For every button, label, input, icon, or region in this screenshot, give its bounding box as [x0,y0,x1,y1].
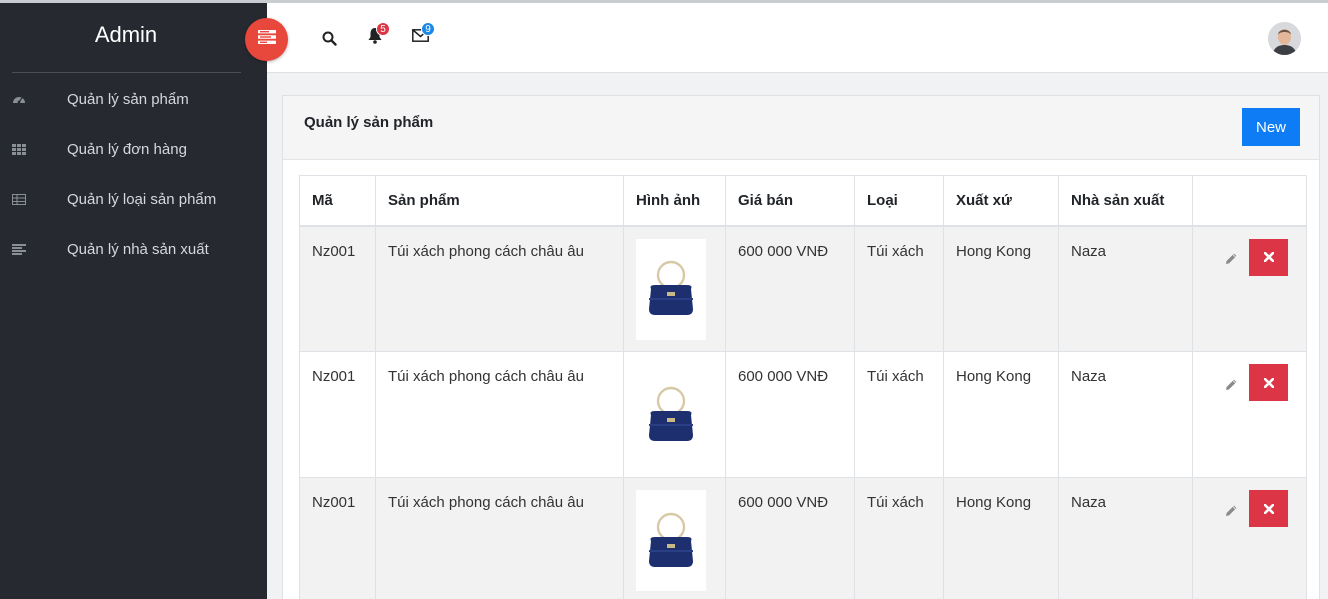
table-header-row: Mã Sản phẩm Hình ảnh Giá bán Loại Xuất x… [299,175,1307,227]
column-header-origin: Xuất xứ [943,175,1059,227]
column-header-manufacturer: Nhà sản xuất [1058,175,1193,227]
handbag-image [649,512,693,567]
edit-pencil-icon[interactable] [1221,249,1241,269]
top-border [0,0,1328,3]
table-row: Nz001 Túi xách phong cách châu âu 600 00… [299,477,1307,599]
column-header-image: Hình ảnh [623,175,726,227]
close-icon [1263,252,1274,262]
edit-pencil-icon[interactable] [1221,500,1241,520]
cell-image [623,225,726,352]
close-icon [1263,503,1274,514]
messages-button[interactable]: 9 [410,22,435,48]
cell-product-name: Túi xách phong cách châu âu [375,225,624,352]
sidebar-item-label: Quản lý loại sản phẩm [67,190,217,208]
cell-price: 600 000 VNĐ [725,351,855,478]
sidebar-item-label: Quản lý đơn hàng [67,140,187,158]
grid-icon [12,143,26,155]
close-icon [1263,377,1274,388]
top-bar: 5 9 [267,3,1328,73]
cell-actions [1192,477,1307,599]
cell-code: Nz001 [299,477,376,599]
handbag-image [649,260,693,315]
sidebar-divider [12,72,241,73]
notifications-button[interactable]: 5 [365,22,390,48]
message-count-badge: 9 [421,22,435,36]
edit-pencil-icon[interactable] [1221,374,1241,394]
user-avatar[interactable] [1268,22,1301,55]
cell-code: Nz001 [299,225,376,352]
sidebar-item-orders[interactable]: Quản lý đơn hàng [0,124,267,174]
column-header-code: Mã [299,175,376,227]
delete-button[interactable] [1249,490,1288,527]
dashboard-icon [12,93,26,105]
sidebar: Admin Quản lý sản phẩm Quản lý đơn hàng … [0,0,267,599]
cell-origin: Hong Kong [943,225,1059,352]
cell-type: Túi xách [854,225,944,352]
column-header-type: Loại [854,175,944,227]
product-thumbnail [636,490,706,591]
sidebar-item-label: Quản lý nhà sản xuất [67,240,209,258]
search-icon[interactable] [319,28,339,48]
product-table: Mã Sản phẩm Hình ảnh Giá bán Loại Xuất x… [299,175,1307,599]
cell-price: 600 000 VNĐ [725,225,855,352]
column-header-actions [1192,175,1307,227]
sidebar-item-products[interactable]: Quản lý sản phẩm [0,74,267,124]
new-product-button[interactable]: New [1242,108,1300,146]
product-thumbnail [636,364,706,465]
cell-image [623,477,726,599]
card-header: Quản lý sản phẩm New [283,96,1319,160]
table-icon [12,193,26,205]
menu-icon [257,30,276,49]
table-row: Nz001 Túi xách phong cách châu âu 600 00… [299,225,1307,352]
cell-actions [1192,351,1307,478]
cell-origin: Hong Kong [943,477,1059,599]
cell-type: Túi xách [854,351,944,478]
brand-title: Admin [94,22,158,47]
sidebar-item-label: Quản lý sản phẩm [67,90,189,108]
page-title: Quản lý sản phẩm [304,114,434,131]
sidebar-item-categories[interactable]: Quản lý loại sản phẩm [0,174,267,224]
cell-manufacturer: Naza [1058,225,1193,352]
table-row: Nz001 Túi xách phong cách châu âu 600 00… [299,351,1307,478]
cell-image [623,351,726,478]
column-header-product: Sản phẩm [375,175,624,227]
delete-button[interactable] [1249,364,1288,401]
cell-manufacturer: Naza [1058,477,1193,599]
cell-product-name: Túi xách phong cách châu âu [375,351,624,478]
cell-manufacturer: Naza [1058,351,1193,478]
sidebar-item-manufacturers[interactable]: Quản lý nhà sản xuất [0,224,267,274]
cell-type: Túi xách [854,477,944,599]
cell-origin: Hong Kong [943,351,1059,478]
delete-button[interactable] [1249,238,1288,276]
sidebar-toggle-button[interactable] [245,18,288,61]
cell-actions [1192,225,1307,352]
cell-price: 600 000 VNĐ [725,477,855,599]
list-icon [12,243,26,255]
handbag-image [649,386,693,441]
cell-product-name: Túi xách phong cách châu âu [375,477,624,599]
cell-code: Nz001 [299,351,376,478]
sidebar-menu: Quản lý sản phẩm Quản lý đơn hàng Quản l… [0,74,267,274]
product-thumbnail [636,238,706,340]
column-header-price: Giá bán [725,175,855,227]
notification-count-badge: 5 [376,22,390,36]
product-management-card: Quản lý sản phẩm New Mã Sản phẩm Hình ản… [282,95,1320,599]
